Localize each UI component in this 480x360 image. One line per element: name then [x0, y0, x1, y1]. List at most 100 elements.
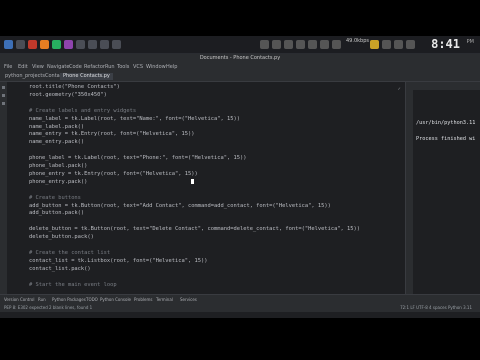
project-tool-icon[interactable]	[2, 86, 5, 89]
status-bar: PEP 8: E302 expected 2 blank lines, foun…	[0, 304, 480, 312]
network-speed: 49.0kbps	[346, 38, 369, 44]
menu-view[interactable]: View	[32, 64, 44, 70]
tray-icon[interactable]	[382, 40, 391, 49]
code-token: # Create the contact list	[29, 249, 111, 256]
app-icon[interactable]	[76, 40, 85, 49]
inspection-status: ✓	[397, 86, 401, 91]
code-line[interactable]: delete_button.pack()	[29, 234, 94, 240]
code-line[interactable]: phone_entry.pack()	[29, 179, 87, 185]
code-token: root.title("Phone Contacts")	[29, 84, 120, 90]
browser-icon[interactable]	[28, 40, 37, 49]
ide-screen: 49.0kbps 8:41 PM Documents - Phone Conta…	[0, 36, 480, 318]
code-line[interactable]: # Start the main event loop	[29, 282, 117, 288]
cpu-graph-icon	[370, 40, 379, 49]
code-token: name_label = tk.Label(root, text="Name:"…	[29, 115, 240, 122]
code-line[interactable]: add_button = tk.Button(root, text="Add C…	[29, 203, 331, 209]
code-line[interactable]: # Create labels and entry widgets	[29, 108, 136, 114]
app-menu-icon[interactable]	[4, 40, 13, 49]
status-message: PEP 8: E302 expected 2 blank lines, foun…	[4, 305, 93, 310]
code-token: phone_entry = tk.Entry(root, font=("Helv…	[29, 170, 198, 177]
btab-python-console[interactable]: Python Console	[100, 297, 131, 302]
structure-tool-icon[interactable]	[2, 94, 5, 97]
code-token: # Create buttons	[29, 194, 81, 201]
code-line[interactable]: contact_list = tk.Listbox(root, font=("H…	[29, 258, 208, 264]
editor-tab-row: python_projects Contacts Phone Contacts.…	[0, 72, 480, 82]
code-token: contact_list.pack()	[29, 265, 91, 272]
pycharm-icon[interactable]	[64, 40, 73, 49]
tray-icon[interactable]	[308, 40, 317, 49]
code-line[interactable]: root.title("Phone Contacts")	[29, 84, 120, 90]
run-output-line: /usr/bin/python3.11	[416, 120, 476, 126]
run-output-line: Process finished wi	[416, 136, 476, 142]
btab-problems[interactable]: Problems	[134, 297, 152, 302]
menu-navigate[interactable]: Navigate	[47, 64, 69, 70]
menu-tools[interactable]: Tools	[117, 64, 129, 70]
window-title-bar: Documents - Phone Contacts.py	[0, 54, 480, 63]
code-line[interactable]: name_label.pack()	[29, 124, 84, 130]
code-token: name_label.pack()	[29, 123, 85, 130]
tray-icon[interactable]	[284, 40, 293, 49]
btab-version-control[interactable]: Version Control	[4, 297, 34, 302]
menu-file[interactable]: File	[4, 64, 12, 70]
files-icon[interactable]	[16, 40, 25, 49]
code-token: add_button = tk.Button(root, text="Add C…	[29, 202, 331, 209]
tray-icon[interactable]	[406, 40, 415, 49]
code-token: delete_button.pack()	[29, 234, 94, 241]
code-line[interactable]: phone_label.pack()	[29, 163, 87, 169]
code-token: # Create labels and entry widgets	[29, 107, 137, 114]
tab-phone-contacts[interactable]: Phone Contacts.py	[60, 73, 113, 80]
menu-code[interactable]: Code	[69, 64, 82, 70]
terminal-icon[interactable]	[40, 40, 49, 49]
menu-window[interactable]: Window	[146, 64, 166, 70]
mouse-cursor	[191, 179, 194, 184]
code-line[interactable]: name_entry = tk.Entry(root, font=("Helve…	[29, 131, 195, 137]
code-token: name_entry.pack()	[29, 139, 85, 146]
code-line[interactable]: contact_list.pack()	[29, 266, 91, 272]
code-line[interactable]: root.geometry("350x450")	[29, 92, 107, 98]
menu-refactor[interactable]: Refactor	[84, 64, 105, 70]
tray-icon[interactable]	[260, 40, 269, 49]
btab-python-packages[interactable]: Python Packages	[52, 297, 86, 302]
btab-services[interactable]: Services	[180, 297, 197, 302]
code-token: add_button.pack()	[29, 210, 85, 217]
tray-icon[interactable]	[296, 40, 305, 49]
status-info[interactable]: 72:1 LF UTF-8 4 spaces Python 3.11	[400, 305, 472, 310]
code-line[interactable]: # Create buttons	[29, 195, 81, 201]
system-top-bar: 49.0kbps 8:41 PM	[0, 36, 480, 54]
tray-icon[interactable]	[394, 40, 403, 49]
menu-run[interactable]: Run	[105, 64, 115, 70]
tray-icon[interactable]	[272, 40, 281, 49]
code-token: phone_label.pack()	[29, 163, 88, 169]
app-icon[interactable]	[100, 40, 109, 49]
btab-todo[interactable]: TODO	[86, 297, 98, 302]
menu-bar: File Edit View Navigate Code Refactor Ru…	[0, 63, 480, 72]
code-token: phone_entry.pack()	[29, 178, 88, 185]
code-line[interactable]: # Create the contact list	[29, 250, 110, 256]
tray-icon[interactable]	[320, 40, 329, 49]
line-number-gutter	[7, 82, 29, 294]
menu-help[interactable]: Help	[166, 64, 177, 70]
code-line[interactable]: delete_button = tk.Button(root, text="De…	[29, 226, 360, 232]
code-line[interactable]: phone_entry = tk.Entry(root, font=("Helv…	[29, 171, 198, 177]
btab-run[interactable]: Run	[38, 297, 46, 302]
code-token: phone_label = tk.Label(root, text="Phone…	[29, 155, 247, 162]
tray-icon[interactable]	[332, 40, 341, 49]
run-panel: /usr/bin/python3.11 Process finished wi	[405, 82, 480, 294]
app-icon[interactable]	[112, 40, 121, 49]
code-line[interactable]: add_button.pack()	[29, 210, 84, 216]
menu-vcs[interactable]: VCS	[133, 64, 143, 70]
code-editor[interactable]: ✓ root.title("Phone Contacts") root.geome…	[29, 82, 405, 294]
code-line[interactable]: phone_label = tk.Label(root, text="Phone…	[29, 155, 246, 161]
btab-terminal[interactable]: Terminal	[156, 297, 173, 302]
clock-period: PM	[466, 39, 474, 45]
menu-edit[interactable]: Edit	[18, 64, 28, 70]
app-icon[interactable]	[88, 40, 97, 49]
code-line[interactable]: name_label = tk.Label(root, text="Name:"…	[29, 116, 240, 122]
editor-icon[interactable]	[52, 40, 61, 49]
code-line[interactable]: name_entry.pack()	[29, 139, 84, 145]
code-token: name_entry = tk.Entry(root, font=("Helve…	[29, 131, 195, 138]
code-token: # Start the main event loop	[29, 281, 117, 288]
run-side-rail	[406, 90, 413, 294]
code-token: delete_button = tk.Button(root, text="De…	[29, 226, 361, 233]
bookmarks-tool-icon[interactable]	[2, 102, 5, 105]
